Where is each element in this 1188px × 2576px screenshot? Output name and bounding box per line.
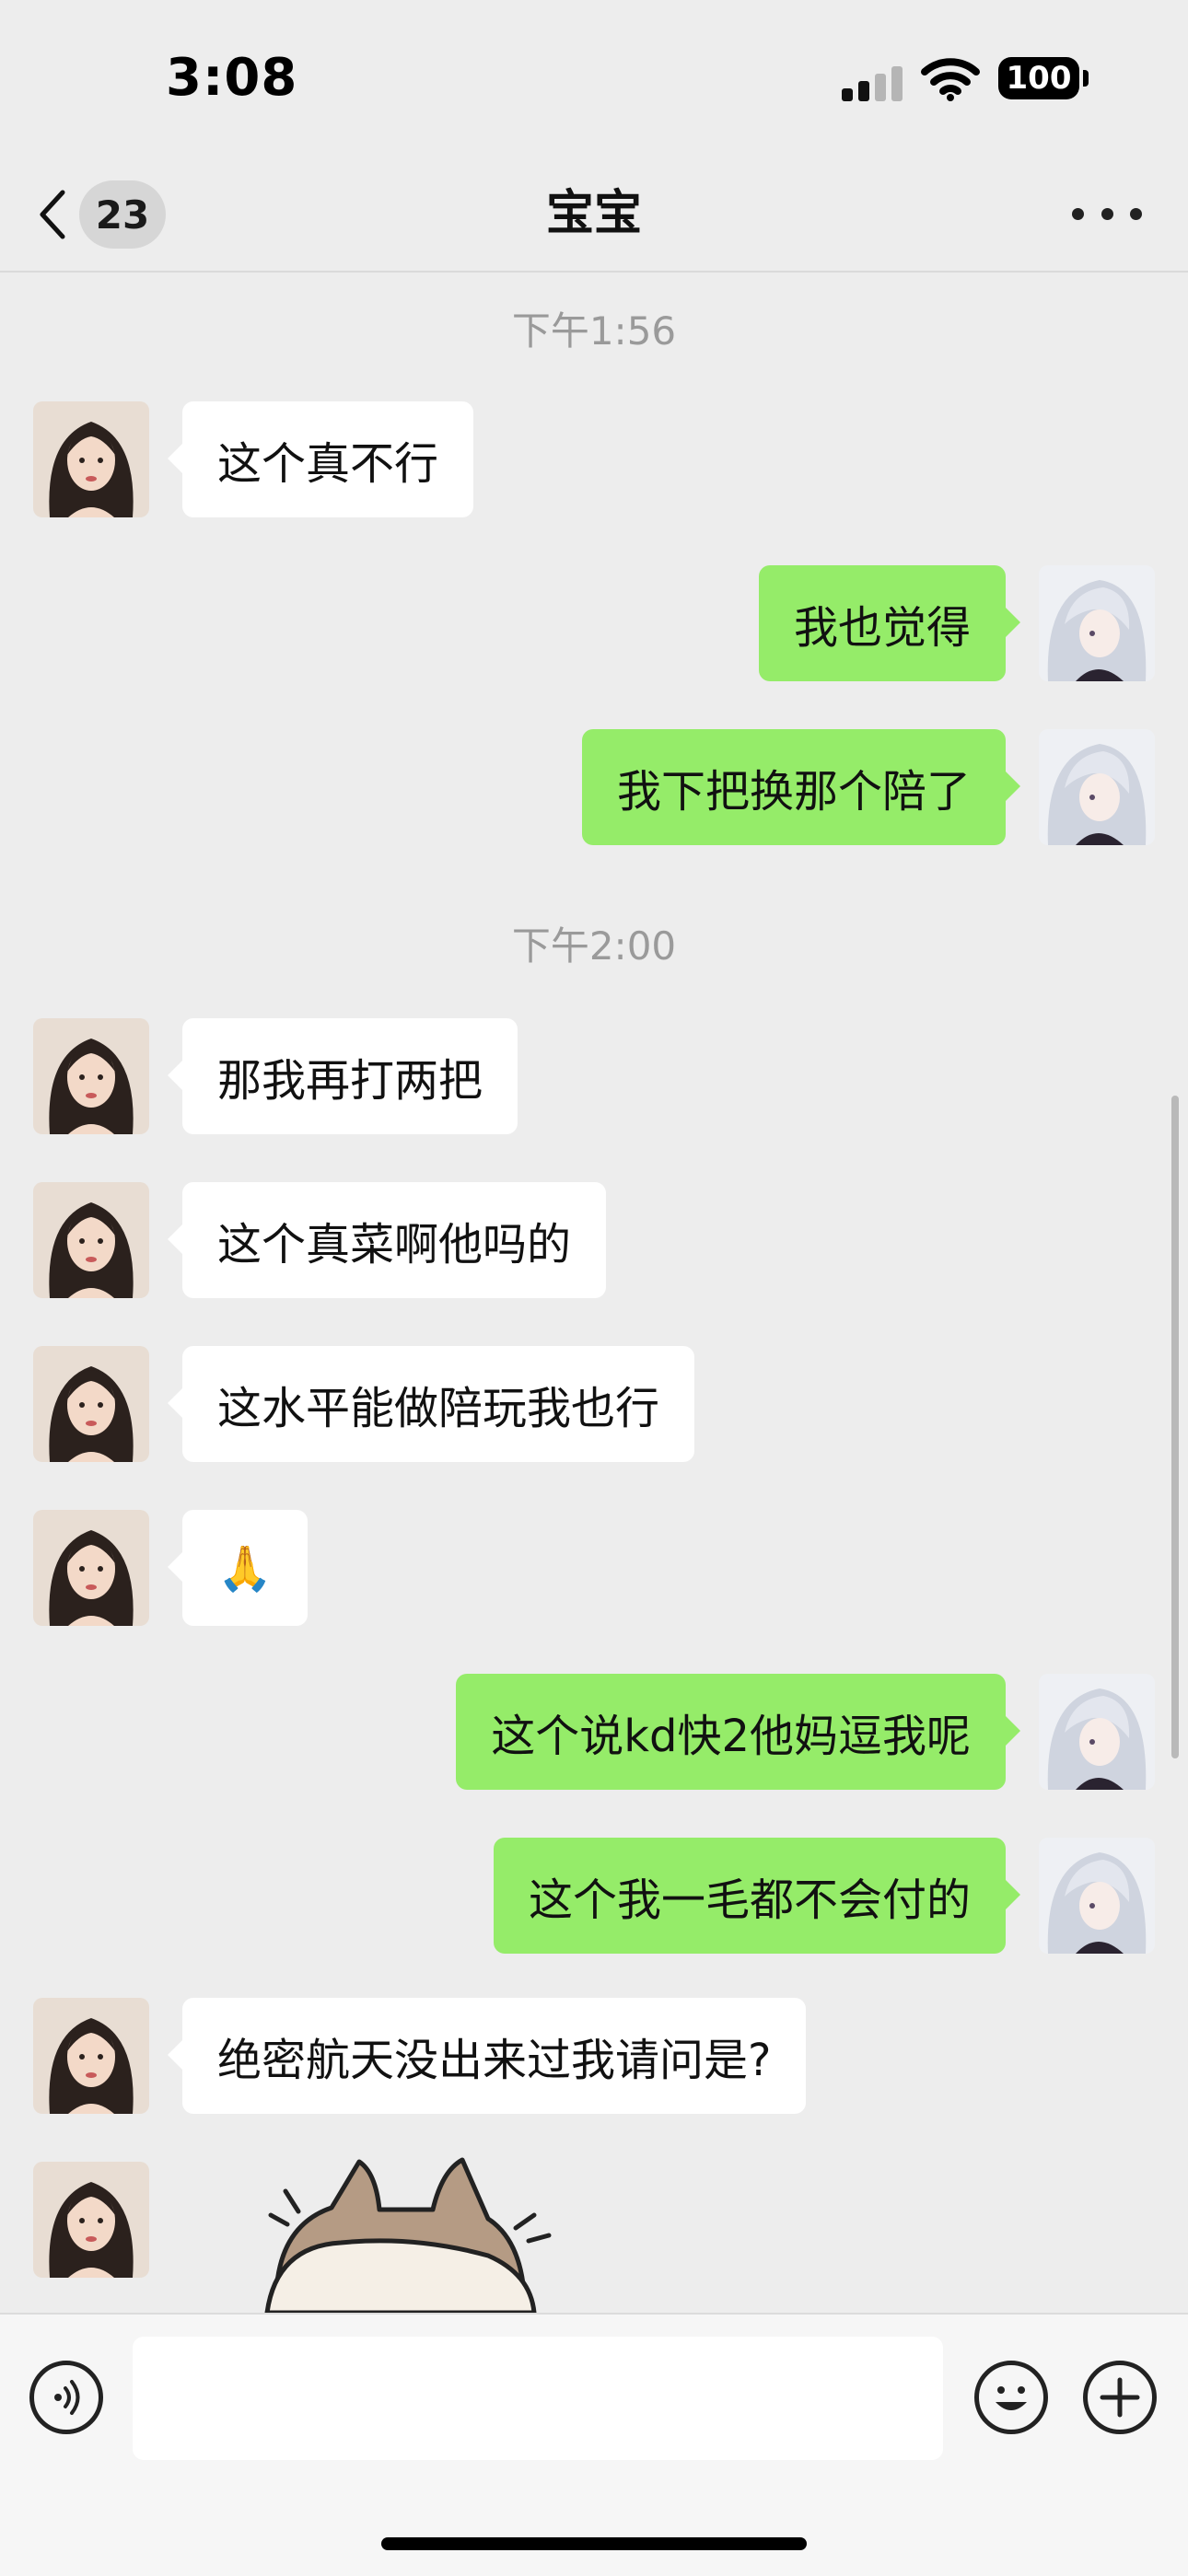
emoji-icon[interactable] (974, 2361, 1048, 2434)
received-message[interactable]: 这个真菜啊他吗的 (167, 1182, 607, 1298)
my-avatar[interactable] (1039, 565, 1155, 681)
smiley-face-icon (996, 2386, 1027, 2410)
battery-cap (1083, 70, 1089, 87)
my-avatar[interactable] (1039, 729, 1155, 845)
plus-sign-icon (1100, 2377, 1140, 2418)
voice-icon[interactable] (29, 2361, 103, 2434)
contact-avatar[interactable] (33, 1018, 149, 1134)
status-bar: 3:08 100 (0, 0, 1188, 157)
chat-nav-bar: 23 宝宝 (0, 157, 1188, 273)
my-avatar[interactable] (1039, 1838, 1155, 1954)
timestamp: 下午2:00 (511, 923, 677, 969)
chat-scrollbar[interactable] (1171, 1096, 1179, 1758)
cat-sticker-icon[interactable] (258, 2154, 562, 2313)
contact-avatar[interactable] (33, 2162, 149, 2278)
sent-message[interactable]: 这个说kd快2他妈逗我呢 (456, 1674, 1020, 1790)
received-message[interactable]: 这个真不行 (167, 401, 474, 517)
contact-avatar[interactable] (33, 401, 149, 517)
contact-avatar[interactable] (33, 1182, 149, 1298)
home-indicator[interactable] (381, 2537, 807, 2550)
received-message[interactable]: 绝密航天没出来过我请问是? (167, 1998, 807, 2114)
wifi-icon (921, 58, 980, 101)
contact-avatar[interactable] (33, 1998, 149, 2114)
signal-icon (842, 64, 903, 101)
battery-icon: 100 (998, 57, 1079, 99)
received-emoji-message[interactable]: 🙏 (168, 1510, 308, 1626)
contact-avatar[interactable] (33, 1346, 149, 1462)
sent-message[interactable]: 这个我一毛都不会付的 (493, 1838, 1021, 1954)
timestamp: 下午1:56 (511, 308, 677, 354)
status-time: 3:08 (166, 48, 298, 108)
voice-waves-icon (54, 2380, 80, 2415)
my-avatar[interactable] (1039, 1674, 1155, 1790)
plus-icon[interactable] (1083, 2361, 1157, 2434)
chat-title: 宝宝 (545, 186, 642, 241)
more-dots-icon[interactable] (1072, 184, 1142, 243)
message-input[interactable] (133, 2337, 943, 2460)
received-message[interactable]: 这水平能做陪玩我也行 (167, 1346, 695, 1462)
contact-avatar[interactable] (33, 1510, 149, 1626)
sent-message[interactable]: 我也觉得 (758, 565, 1021, 681)
received-message[interactable]: 那我再打两把 (167, 1018, 518, 1134)
sent-message[interactable]: 我下把换那个陪了 (581, 729, 1021, 845)
